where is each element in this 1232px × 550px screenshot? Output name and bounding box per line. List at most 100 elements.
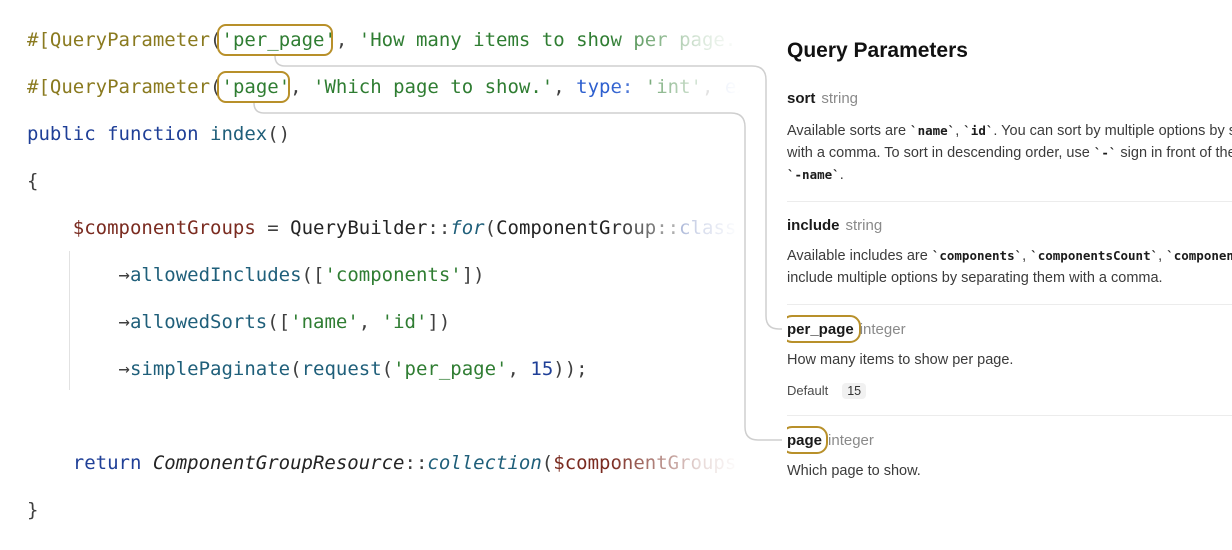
divider [787,304,1232,305]
description-text: Available includes are [787,248,932,264]
indent-guide [69,251,70,390]
page-code-highlight [217,71,290,103]
code-token: request [301,358,382,380]
description-line: How many items to show per page. [787,349,1232,371]
code-token: 15 [530,358,554,380]
code-token: for [450,217,485,239]
code-token: ]) [427,311,451,333]
code-token: :: [427,217,451,239]
inline-code: `componentsCount` [1030,248,1159,263]
param-type: string [845,217,883,234]
divider [787,415,1232,416]
description-text: with a comma. To sort in descending orde… [787,145,1094,161]
code-token: → [27,264,130,286]
code-line: return ComponentGroupResource::collectio… [27,450,759,476]
code-line: public function index() [27,121,290,147]
code-token: 'Which page to show.' [313,76,554,98]
description-text: Available sorts are [787,123,911,139]
code-token: ([ [301,264,325,286]
code-token: )); [553,358,588,380]
code-token: = [255,217,291,239]
code-token: } [27,499,39,521]
code-token: type: [576,76,645,98]
param-description: Available includes are `components`, `co… [787,245,1232,289]
param-type: string [821,90,859,107]
code-token: , [290,76,314,98]
code-line: $componentGroups = QueryBuilder::for(Com… [27,215,748,241]
description-line: include multiple options by separating t… [787,267,1232,289]
code-token: class [679,217,737,239]
panel-title: Query Parameters [787,39,968,62]
code-token: function [107,123,211,145]
description-text: , [1158,248,1167,264]
code-line: →simplePaginate(request('per_page', 15))… [27,356,588,382]
param-type: integer [859,321,906,338]
query-parameters-panel: Query Parameters sort string Available so… [787,0,1232,550]
default-row: Default 15 [787,382,867,400]
code-line: } [27,497,38,523]
code-token: public [27,123,108,145]
description-line: Available sorts are `name`, `id`. You ca… [787,120,1232,142]
code-token: ( [484,217,497,239]
param-type: integer [828,432,874,449]
code-token: 'int' [644,76,702,98]
code-token: allowedIncludes [129,264,302,286]
code-token: 'id' [381,311,428,333]
inline-code: `components` [931,248,1023,263]
description-line: with a comma. To sort in descending orde… [787,142,1232,164]
code-token: QueryParameter [49,29,211,51]
default-value-badge: 15 [842,383,867,399]
code-token: simplePaginate [129,358,291,380]
code-token: return [72,452,153,474]
code-token: , [335,29,359,51]
description-text: . You can sort by multiple options by se… [993,123,1232,139]
divider [787,201,1232,202]
code-token: #[ [27,29,50,51]
description-text: Which page to show. [787,463,921,479]
code-line: →allowedSorts(['name', 'id']) [27,309,451,335]
code-line: { [27,168,38,194]
code-token: $componentGroups [553,452,737,474]
code-token: collection [427,452,542,474]
code-token: ); [736,452,760,474]
code-token: , [747,29,771,51]
code-token: QueryParameter [49,76,211,98]
param-name: page [787,432,823,449]
code-token: ComponentGroup [496,217,657,239]
code-line: #[QueryParameter('page', 'Which page to … [27,74,862,100]
code-token: , [701,76,725,98]
code-token: → [27,311,130,333]
description-text: sign in front of the sort, for example: [1120,145,1232,161]
description-text: include multiple options by separating t… [787,270,1163,286]
code-token: index [210,123,268,145]
per-page-code-highlight [217,24,333,56]
description-line: Available includes are `components`, `co… [787,245,1232,267]
code-token: ComponentGroupResource [152,452,405,474]
description-text: , [1022,248,1031,264]
code-token: #[ [27,76,50,98]
code-token: ( [290,358,302,380]
code-token: , [553,76,577,98]
description-text: . [839,167,844,183]
description-line: Which page to show. [787,460,1232,482]
description-line: `-name`. [787,164,1232,186]
code-token: 'components' [324,264,462,286]
code-token: :: [404,452,428,474]
param-description: Available sorts are `name`, `id`. You ca… [787,120,1232,186]
param-name: include [787,217,840,234]
description-text: How many items to show per page. [787,352,1014,368]
inline-code: `-name` [787,167,840,182]
code-token: 'How many items to show per page.' [358,29,748,51]
inline-code: `name` [910,123,956,138]
code-token: → [27,358,130,380]
code-token: ([ [267,311,291,333]
param-name: per_page [787,321,854,338]
code-editor: #[QueryParameter('per_page', 'How many i… [0,0,896,550]
inline-code: `componentsExists` [1166,248,1232,263]
code-token: ]) [461,264,485,286]
code-token: () [267,123,291,145]
code-token: 'name' [290,311,359,333]
code-line: →allowedIncludes(['components']) [27,262,485,288]
code-line: #[QueryParameter('per_page', 'How many i… [27,27,896,53]
